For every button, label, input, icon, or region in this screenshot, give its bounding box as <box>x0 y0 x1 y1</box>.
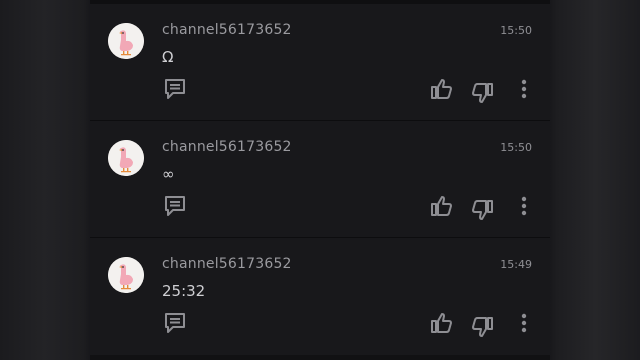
bottom-divider <box>90 355 550 360</box>
thumbs-down-icon[interactable] <box>470 81 494 105</box>
avatar[interactable] <box>108 257 144 293</box>
goose-avatar-icon <box>108 23 144 59</box>
comment-item: channel56173652 15:50 ∞ <box>90 121 550 238</box>
comment-text: ∞ <box>162 165 175 183</box>
thumbs-up-icon[interactable] <box>430 77 454 101</box>
thumbs-up-icon[interactable] <box>430 194 454 218</box>
comment-time: 15:50 <box>500 141 532 154</box>
comment-time: 15:50 <box>500 24 532 37</box>
avatar[interactable] <box>108 23 144 59</box>
more-vertical-icon[interactable] <box>512 311 536 335</box>
avatar[interactable] <box>108 140 144 176</box>
comment-item: channel56173652 15:50 Ω <box>90 4 550 121</box>
thumbs-down-icon[interactable] <box>470 198 494 222</box>
thumbs-up-icon[interactable] <box>430 311 454 335</box>
goose-avatar-icon <box>108 140 144 176</box>
thumbs-down-icon[interactable] <box>470 315 494 339</box>
goose-avatar-icon <box>108 257 144 293</box>
reply-icon[interactable] <box>163 311 187 335</box>
more-vertical-icon[interactable] <box>512 77 536 101</box>
reply-icon[interactable] <box>163 77 187 101</box>
comment-author[interactable]: channel56173652 <box>162 22 292 38</box>
comment-text: 25:32 <box>162 282 206 300</box>
comment-text: Ω <box>162 48 174 66</box>
comment-author[interactable]: channel56173652 <box>162 139 292 155</box>
comment-item: channel56173652 15:49 25:32 <box>90 238 550 355</box>
reply-icon[interactable] <box>163 194 187 218</box>
comments-panel: channel56173652 15:50 Ω channel56173652 … <box>90 0 550 360</box>
comment-author[interactable]: channel56173652 <box>162 256 292 272</box>
comment-time: 15:49 <box>500 258 532 271</box>
more-vertical-icon[interactable] <box>512 194 536 218</box>
